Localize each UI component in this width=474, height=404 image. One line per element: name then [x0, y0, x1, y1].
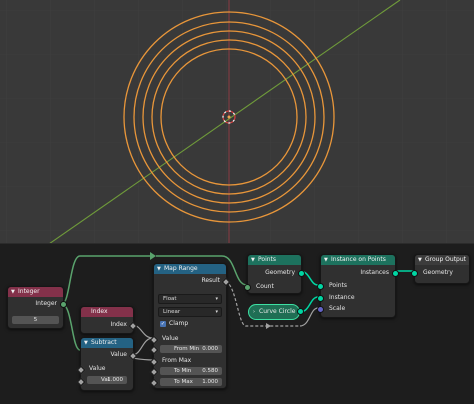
points-geometry-label: Geometry [265, 269, 295, 276]
subtract-input-label: Value [89, 365, 106, 372]
instances-output-label: Instances [360, 269, 389, 276]
subtract-node[interactable]: ▼ Subtract Value Value Val 1.000 [76, 337, 138, 391]
points-count-socket[interactable] [244, 284, 251, 291]
subtract-node-header[interactable]: ▼ Subtract [81, 338, 133, 348]
subtract-output-label: Value [110, 351, 127, 358]
floor-grid [0, 0, 474, 244]
group-output-geometry-socket[interactable] [411, 270, 418, 277]
from-min-field[interactable]: From Min 0.000 [160, 345, 222, 353]
chevron-down-icon[interactable]: ▼ [11, 287, 15, 297]
curve-circle-output-socket[interactable] [297, 308, 304, 315]
to-min-label: To Min [174, 368, 192, 374]
map-range-node[interactable]: ▼ Map Range Result Float ▾ Linear ▾ ✓ Cl… [149, 263, 231, 389]
index-node[interactable]: Index Index [80, 306, 138, 334]
clamp-label: Clamp [169, 320, 189, 327]
3d-viewport[interactable] [0, 0, 474, 244]
link-arrow [266, 323, 271, 329]
instancer-instance-label: Instance [329, 294, 355, 301]
curve-circle-node[interactable]: › Curve Circle [248, 304, 300, 320]
integer-output-socket[interactable] [60, 301, 67, 308]
chevron-down-icon[interactable]: ▼ [157, 264, 161, 274]
to-min-value: 0.580 [202, 368, 218, 374]
to-min-field[interactable]: To Min 0.580 [160, 367, 222, 375]
instancer-points-label: Points [329, 282, 348, 289]
map-range-value-label: Value [162, 335, 179, 342]
points-count-label: Count [256, 283, 274, 290]
link-integer-to-points [61, 255, 150, 305]
group-output-header[interactable]: ▼ Group Output [415, 255, 469, 265]
map-range-node-title: Map Range [164, 265, 198, 272]
subtract-val-value: 1.000 [107, 377, 123, 383]
index-node-header[interactable]: Index [81, 307, 133, 317]
instances-output-socket[interactable] [392, 270, 399, 277]
group-output-node[interactable]: ▼ Group Output Geometry [411, 254, 470, 284]
instance-on-points-title: Instance on Points [331, 256, 386, 263]
chevron-down-icon[interactable]: ▼ [418, 255, 422, 265]
instance-on-points-node[interactable]: ▼ Instance on Points Instances Points In… [317, 254, 399, 318]
integer-node-header[interactable]: ▼ Integer [8, 287, 63, 297]
chevron-right-icon[interactable]: › [253, 305, 255, 319]
instance-on-points-header[interactable]: ▼ Instance on Points [321, 255, 395, 265]
chevron-down-icon[interactable]: ▼ [324, 255, 328, 265]
node-links [61, 252, 414, 361]
points-node-header[interactable]: ▼ Points [248, 255, 301, 265]
points-node[interactable]: ▼ Points Geometry Count [244, 254, 305, 294]
map-range-node-header[interactable]: ▼ Map Range [154, 264, 226, 274]
map-range-result-label: Result [201, 277, 220, 284]
to-max-label: To Max [174, 379, 193, 385]
index-node-title: Index [91, 308, 108, 315]
integer-output-label: Integer [35, 300, 57, 307]
from-min-label: From Min [174, 346, 200, 352]
subtract-val-field[interactable]: Val 1.000 [87, 376, 127, 384]
instancer-scale-label: Scale [329, 305, 346, 312]
curve-circle-title: Curve Circle [259, 308, 296, 315]
instancer-instance-socket[interactable] [317, 295, 324, 302]
to-max-field[interactable]: To Max 1.000 [160, 378, 222, 386]
interpolation-dropdown[interactable]: Linear ▾ [158, 307, 222, 317]
caret-down-icon: ▾ [215, 296, 218, 302]
group-output-geometry-label: Geometry [423, 269, 453, 276]
integer-value-field[interactable]: 5 [12, 316, 59, 324]
instancer-points-socket[interactable] [317, 283, 324, 290]
checkmark-icon[interactable]: ✓ [160, 321, 166, 327]
chevron-down-icon[interactable]: ▼ [251, 255, 255, 265]
group-output-title: Group Output [425, 256, 467, 263]
link-arrow [150, 252, 156, 260]
data-type-value: Float [163, 296, 177, 302]
instancer-scale-socket[interactable] [317, 306, 324, 313]
data-type-dropdown[interactable]: Float ▾ [158, 294, 222, 304]
link-integer-to-from-max [61, 303, 81, 351]
subtract-node-title: Subtract [91, 339, 117, 346]
geometry-node-editor[interactable]: ▼ Integer Integer 5 Index Index ▼ Subtra… [0, 244, 474, 404]
interpolation-value: Linear [163, 309, 181, 315]
from-max-label: From Max [162, 357, 192, 364]
caret-down-icon: ▾ [215, 309, 218, 315]
points-geometry-socket[interactable] [298, 270, 305, 277]
integer-node-title: Integer [18, 288, 40, 295]
integer-node[interactable]: ▼ Integer Integer 5 [7, 286, 67, 329]
chevron-down-icon[interactable]: ▼ [84, 338, 88, 348]
viewport-scene [0, 0, 474, 244]
points-node-title: Points [258, 256, 277, 263]
index-output-label: Index [110, 321, 127, 328]
from-min-value: 0.000 [202, 346, 218, 352]
to-max-value: 1.000 [202, 379, 218, 385]
